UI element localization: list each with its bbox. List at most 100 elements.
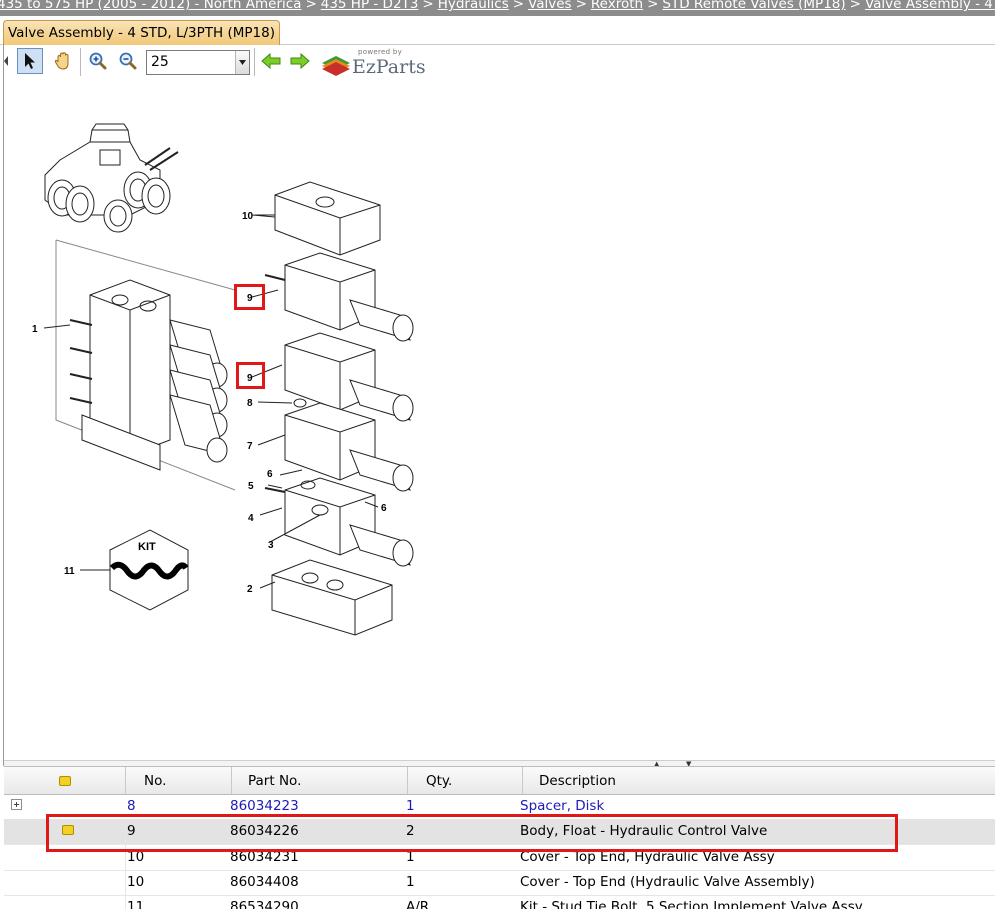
callout-7[interactable]: 7 xyxy=(247,441,253,452)
zoom-level-select[interactable]: 25 xyxy=(146,50,250,75)
breadcrumb-separator: > xyxy=(849,0,861,12)
toolbar-scroll-left-icon[interactable] xyxy=(0,48,12,74)
pointer-icon xyxy=(25,53,35,69)
brand-powered-by: powered by xyxy=(358,48,403,56)
row-part-no[interactable]: 86034408 xyxy=(230,870,299,895)
row-no: 8 xyxy=(127,798,136,814)
column-header-qty[interactable]: Qty. xyxy=(407,767,521,794)
breadcrumb-link-engine[interactable]: 435 HP - D2T3 xyxy=(321,0,419,12)
kit-label: KIT xyxy=(138,541,156,553)
part-2-illustration xyxy=(271,559,393,636)
table-row[interactable]: 11 86534290 A/R Kit - Stud Tie Bolt, 5 S… xyxy=(4,895,995,909)
breadcrumb-link-hydraulics[interactable]: Hydraulics xyxy=(438,0,509,12)
part-7-illustration xyxy=(284,402,414,492)
row-description: Cover - Top End, Hydraulic Valve Assy xyxy=(520,849,775,865)
row-description: Kit - Stud Tie Bolt, 5 Section Implement… xyxy=(520,899,863,909)
row-qty: 2 xyxy=(406,823,415,839)
expand-row-icon[interactable] xyxy=(11,794,22,819)
callout-8[interactable]: 8 xyxy=(247,398,253,409)
table-row[interactable]: 8 86034223 1 Spacer, Disk xyxy=(4,794,995,820)
chevron-down-icon[interactable] xyxy=(235,51,249,74)
notes-column-header[interactable] xyxy=(4,767,125,794)
breadcrumb-separator: > xyxy=(512,0,525,12)
callout-10[interactable]: 10 xyxy=(242,211,254,222)
column-header-no[interactable]: No. xyxy=(125,767,229,794)
note-icon xyxy=(58,775,71,786)
row-part-no[interactable]: 86034223 xyxy=(230,794,299,819)
callout-6-left[interactable]: 6 xyxy=(267,469,273,480)
cell-divider xyxy=(125,819,126,844)
row-part-no[interactable]: 86034226 xyxy=(230,819,299,844)
part-10-illustration xyxy=(274,181,381,256)
table-row[interactable]: 10 86034231 1 Cover - Top End, Hydraulic… xyxy=(4,845,995,871)
parts-diagram[interactable]: KIT 10 9 9 8 1 7 6 5 4 3 6 11 2 xyxy=(20,120,440,650)
ezparts-book-icon xyxy=(322,56,350,76)
callout-4[interactable]: 4 xyxy=(248,513,254,524)
part-9-lower-illustration xyxy=(284,332,414,422)
callout-5[interactable]: 5 xyxy=(248,481,254,492)
parts-table: No. Part No. Qty. Description 8 86034223… xyxy=(4,766,995,909)
cell-divider xyxy=(125,895,126,909)
breadcrumb-link-remote-valves[interactable]: STD Remote Valves (MP18) xyxy=(662,0,845,12)
arrow-right-icon xyxy=(290,52,310,70)
callout-1[interactable]: 1 xyxy=(32,324,38,335)
row-qty: 1 xyxy=(406,849,415,865)
part-9-upper-illustration xyxy=(264,252,414,342)
row-no: 11 xyxy=(127,899,145,909)
zoom-out-icon xyxy=(119,52,137,70)
table-row-selected[interactable]: 9 86034226 2 Body, Float - Hydraulic Con… xyxy=(4,819,995,845)
breadcrumb-separator: > xyxy=(647,0,659,12)
callout-6-right[interactable]: 6 xyxy=(381,503,387,514)
next-page-button[interactable] xyxy=(287,48,313,74)
callout-9-upper[interactable]: 9 xyxy=(247,293,253,304)
row-part-no[interactable]: 86034231 xyxy=(230,845,299,870)
toolbar-divider xyxy=(80,48,81,76)
callout-3[interactable]: 3 xyxy=(268,540,274,551)
row-description: Body, Float - Hydraulic Control Valve xyxy=(520,823,768,839)
row-note-icon[interactable] xyxy=(62,819,74,844)
table-row[interactable]: 10 86034408 1 Cover - Top End (Hydraulic… xyxy=(4,870,995,896)
breadcrumb-link-valves[interactable]: Valves xyxy=(528,0,572,12)
row-qty: 1 xyxy=(406,798,415,814)
breadcrumb-link-rexroth[interactable]: Rexroth xyxy=(591,0,643,12)
tractor-illustration xyxy=(44,123,179,233)
previous-page-button[interactable] xyxy=(258,48,284,74)
select-pointer-button[interactable] xyxy=(17,48,43,74)
zoom-in-button[interactable] xyxy=(85,48,111,74)
arrow-left-icon xyxy=(261,52,281,70)
hand-icon xyxy=(54,52,69,70)
ezparts-logo: powered by EzParts xyxy=(320,47,440,79)
row-description: Cover - Top End (Hydraulic Valve Assembl… xyxy=(520,874,815,890)
row-no: 9 xyxy=(127,823,136,839)
row-part-no[interactable]: 86534290 xyxy=(230,895,299,909)
tab-strip: Valve Assembly - 4 STD, L/3PTH (MP18) xyxy=(0,16,995,45)
row-qty: 1 xyxy=(406,874,415,890)
part-4-illustration xyxy=(264,477,414,567)
row-no: 10 xyxy=(127,849,145,865)
cell-divider xyxy=(125,845,126,870)
column-header-part-no[interactable]: Part No. xyxy=(231,767,406,794)
row-qty: A/R xyxy=(406,899,430,909)
row-no: 10 xyxy=(127,874,145,890)
callout-11[interactable]: 11 xyxy=(64,566,75,577)
tab-valve-assembly[interactable]: Valve Assembly - 4 STD, L/3PTH (MP18) xyxy=(3,20,280,45)
callout-2[interactable]: 2 xyxy=(247,584,253,595)
zoom-in-icon xyxy=(89,52,107,70)
breadcrumb-separator: > xyxy=(422,0,434,12)
breadcrumb: 435 to 575 HP (2005 - 2012) - North Amer… xyxy=(0,0,995,16)
cell-divider xyxy=(125,870,126,895)
column-header-description[interactable]: Description xyxy=(522,767,995,794)
zoom-out-button[interactable] xyxy=(115,48,141,74)
toolbar-divider xyxy=(254,48,255,76)
pan-hand-button[interactable] xyxy=(50,48,76,74)
diagram-toolbar: 25 powered by EzParts xyxy=(4,45,444,79)
valve-assembly-illustration xyxy=(69,279,228,471)
breadcrumb-separator: > xyxy=(305,0,317,12)
breadcrumb-link-model[interactable]: 435 to 575 HP (2005 - 2012) - North Amer… xyxy=(0,0,301,12)
breadcrumb-link-valve-assembly[interactable]: Valve Assembly - 4 STD, L/3PTH (MP18) xyxy=(865,0,995,12)
table-header: No. Part No. Qty. Description xyxy=(4,766,995,795)
brand-name: EzParts xyxy=(352,56,426,78)
row-description: Spacer, Disk xyxy=(520,798,605,814)
callout-9-lower[interactable]: 9 xyxy=(247,373,253,384)
breadcrumb-separator: > xyxy=(575,0,587,12)
